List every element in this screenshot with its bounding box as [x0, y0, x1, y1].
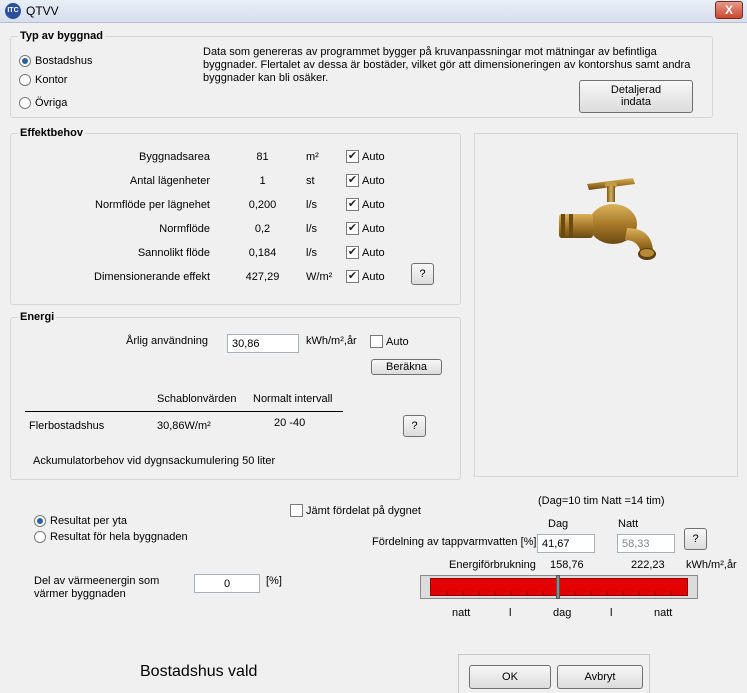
day-night-note: (Dag=10 tim Natt =14 tim)	[538, 495, 665, 507]
even-distribution-label: Jämt fördelat på dygnet	[306, 505, 421, 517]
effect-unit-apartments: st	[306, 175, 315, 187]
effect-label-design-power: Dimensionerande effekt	[94, 271, 210, 283]
title-bar	[0, 0, 747, 23]
effect-value-apartments: 1	[259, 175, 266, 187]
table-divider	[25, 411, 343, 412]
effect-auto-label-area: Auto	[362, 151, 385, 163]
app-logo-icon: ITC	[5, 3, 21, 19]
row-interval-value: 20 -40	[274, 417, 306, 429]
effect-unit-probable-flow: l/s	[306, 247, 317, 259]
effect-unit-area: m²	[306, 151, 319, 163]
bar-label-night-1: natt	[452, 607, 471, 619]
effect-auto-label-design-power: Auto	[362, 271, 385, 283]
cancel-button[interactable]: Avbryt	[557, 665, 643, 689]
effect-unit-norm-per-apt: l/s	[306, 199, 317, 211]
heat-share-label-2: värmer byggnaden	[34, 588, 126, 600]
effect-label-norm-per-apt: Normflöde per lägnehet	[95, 199, 210, 211]
bar-label-sep-2: l	[610, 607, 613, 619]
close-button[interactable]: X	[715, 1, 743, 19]
radio-bostadshus[interactable]	[19, 55, 31, 67]
annual-auto-checkbox[interactable]	[370, 335, 383, 348]
distribution-help-button[interactable]: ?	[684, 528, 707, 550]
day-percent-input[interactable]: 41,67	[537, 534, 595, 553]
effect-auto-checkbox-apartments[interactable]: ✔	[346, 174, 359, 187]
even-distribution-checkbox[interactable]	[290, 504, 303, 517]
detailed-input-label-2: indata	[621, 96, 651, 108]
effect-title: Effektbehov	[18, 127, 85, 139]
heat-share-label: Del av värmeenergin som värmer byggnaden	[34, 575, 159, 601]
radio-ovriga[interactable]	[19, 97, 31, 109]
consumption-label: Energiförbrukning	[449, 559, 536, 571]
image-panel	[474, 133, 738, 477]
effect-value-area: 81	[256, 151, 269, 163]
bar-label-sep-1: l	[509, 607, 512, 619]
effect-auto-checkbox-probable-flow[interactable]: ✔	[346, 246, 359, 259]
effect-auto-label-norm-per-apt: Auto	[362, 199, 385, 211]
effect-label-probable-flow: Sannolikt flöde	[137, 247, 210, 259]
energy-title: Energi	[18, 311, 57, 323]
radio-bostadshus-label: Bostadshus	[35, 55, 93, 67]
energy-help-button[interactable]: ?	[403, 415, 426, 437]
effect-auto-checkbox-design-power[interactable]: ✔	[346, 270, 359, 283]
night-consumption-value: 222,23	[631, 559, 665, 571]
effect-label-area: Byggnadsarea	[139, 151, 210, 163]
radio-result-per-area[interactable]	[34, 515, 46, 527]
building-type-title: Typ av byggnad	[18, 30, 105, 42]
accumulator-text: Ackumulatorbehov vid dygnsackumulering 5…	[33, 455, 276, 467]
radio-kontor-label: Kontor	[35, 74, 68, 86]
day-header: Dag	[548, 518, 569, 530]
annual-usage-label: Årlig användning	[126, 335, 208, 347]
effect-label-norm-flow: Normflöde	[159, 223, 210, 235]
annual-auto-label: Auto	[386, 336, 409, 348]
row-label-multi-family: Flerbostadshus	[29, 420, 105, 432]
window-title: QTVV	[26, 4, 59, 18]
calculate-button[interactable]: Beräkna	[371, 359, 442, 375]
heat-share-unit: [%]	[266, 575, 282, 587]
heat-share-label-1: Del av värmeenergin som	[34, 575, 160, 587]
effect-unit-norm-flow: l/s	[306, 223, 317, 235]
detailed-input-label-1: Detaljerad	[610, 84, 662, 96]
brass-faucet-icon	[559, 178, 656, 260]
night-header: Natt	[618, 518, 639, 530]
bar-label-day: dag	[553, 607, 572, 619]
bar-slider-thumb[interactable]	[556, 575, 560, 599]
consumption-unit: kWh/m²,år	[686, 559, 737, 571]
effect-value-probable-flow: 0,184	[248, 247, 277, 259]
effect-label-apartments: Antal lägenheter	[129, 175, 210, 187]
effect-auto-label-apartments: Auto	[362, 175, 385, 187]
day-consumption-value: 158,76	[550, 559, 584, 571]
row-template-value: 30,86W/m²	[157, 420, 211, 432]
effect-value-norm-per-apt: 0,200	[248, 199, 277, 211]
effect-help-button[interactable]: ?	[411, 263, 434, 285]
effect-unit-design-power: W/m²	[306, 271, 333, 283]
effect-auto-checkbox-norm-flow[interactable]: ✔	[346, 222, 359, 235]
status-text: Bostadshus vald	[140, 663, 258, 680]
effect-value-norm-flow: 0,2	[254, 223, 271, 235]
effect-value-design-power: 427,29	[245, 271, 280, 283]
night-percent-input[interactable]: 58,33	[617, 534, 675, 553]
effect-auto-checkbox-area[interactable]: ✔	[346, 150, 359, 163]
heat-share-input[interactable]: 0	[194, 574, 260, 593]
template-values-header: Schablonvärden	[157, 393, 237, 405]
bar-label-night-2: natt	[654, 607, 673, 619]
ok-button[interactable]: OK	[469, 665, 551, 689]
effect-auto-label-probable-flow: Auto	[362, 247, 385, 259]
radio-result-per-area-label: Resultat per yta	[50, 515, 128, 527]
annual-usage-unit: kWh/m²,år	[306, 335, 357, 347]
annual-usage-input[interactable]: 30,86	[227, 334, 299, 353]
effect-auto-checkbox-norm-per-apt[interactable]: ✔	[346, 198, 359, 211]
detailed-input-button[interactable]: Detaljerad indata	[579, 80, 693, 113]
normal-interval-header: Normalt intervall	[253, 393, 333, 405]
radio-result-whole-building-label: Resultat för hela byggnaden	[50, 531, 188, 543]
distribution-label: Fördelning av tappvarmvatten [%]	[372, 536, 537, 548]
radio-ovriga-label: Övriga	[35, 97, 68, 109]
radio-result-whole-building[interactable]	[34, 531, 46, 543]
effect-auto-label-norm-flow: Auto	[362, 223, 385, 235]
radio-kontor[interactable]	[19, 74, 31, 86]
